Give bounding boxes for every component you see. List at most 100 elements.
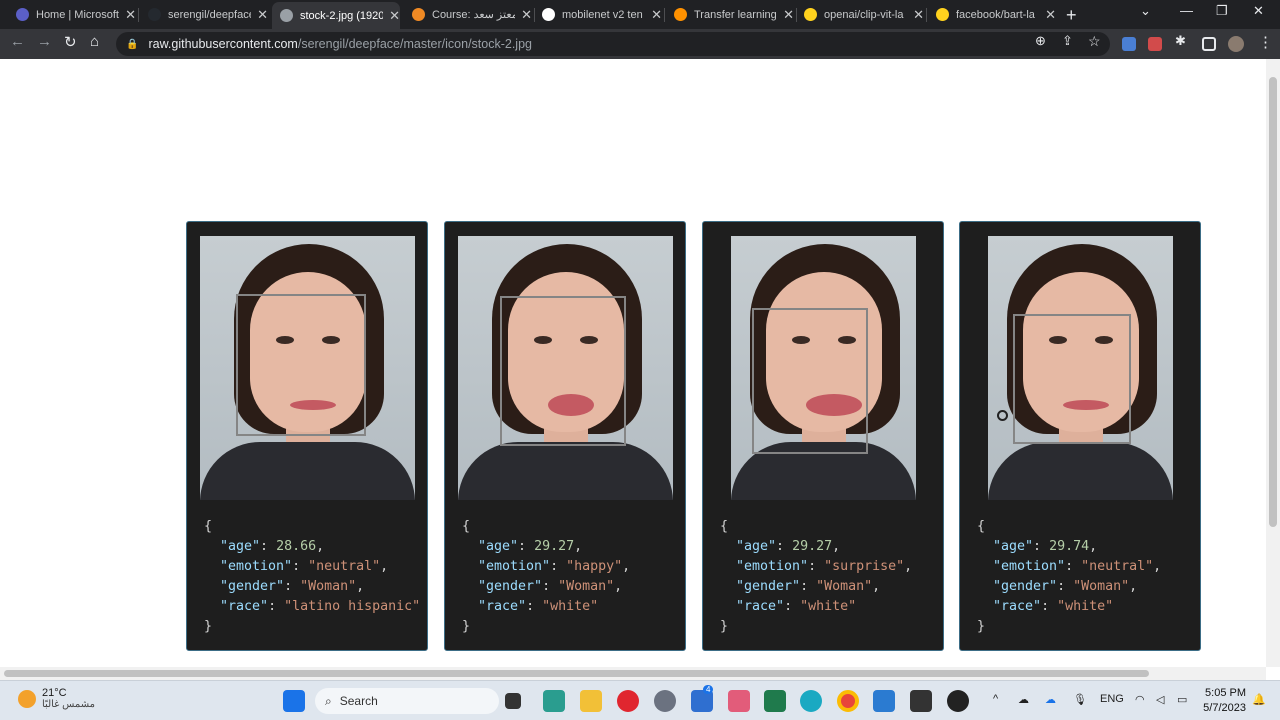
browser-tab[interactable]: serengil/deepface ✕	[140, 4, 268, 25]
zoom-cursor-icon	[997, 410, 1008, 421]
json-value-emotion: "neutral"	[1081, 559, 1154, 574]
minimize-button[interactable]: —	[1180, 3, 1193, 18]
horizontal-scroll-thumb[interactable]	[4, 670, 1149, 677]
tab-title: openai/clip-vit-la	[824, 8, 904, 21]
image-viewer: { "age": 28.66, "emotion": "neutral", "g…	[0, 59, 1266, 667]
extension-icon[interactable]	[1148, 37, 1162, 51]
terminal-icon[interactable]	[910, 690, 932, 712]
json-value-gender: "Woman"	[300, 579, 357, 594]
notification-icon[interactable]: 🔔	[1252, 693, 1266, 706]
tab-favicon-icon	[936, 8, 949, 21]
teams-icon[interactable]	[543, 690, 565, 712]
cloud-icon[interactable]: ☁	[1018, 693, 1029, 706]
browser-tab[interactable]: openai/clip-vit-la ✕	[796, 4, 924, 25]
browser-tab[interactable]: Home | Microsoft ✕	[8, 4, 136, 25]
shirt	[200, 442, 415, 500]
bookmark-star-icon[interactable]: ☆	[1088, 33, 1101, 50]
vertical-scroll-thumb[interactable]	[1269, 77, 1277, 527]
tab-title: stock-2.jpg (1920	[300, 9, 384, 22]
tab-close-icon[interactable]: ✕	[389, 8, 400, 24]
tab-close-icon[interactable]: ✕	[125, 7, 136, 23]
zoom-icon[interactable]: ⊕	[1035, 33, 1046, 49]
clock[interactable]: 5:05 PM 5/7/2023	[1198, 686, 1246, 716]
edge-icon[interactable]	[800, 690, 822, 712]
tab-close-icon[interactable]: ✕	[783, 7, 794, 23]
tab-separator	[926, 8, 927, 22]
home-button[interactable]: ⌂	[90, 33, 99, 50]
face-bounding-box	[236, 294, 366, 436]
json-key-gender: "gender"	[736, 579, 801, 594]
json-value-race: "white"	[1057, 599, 1114, 614]
snipping-tool-icon[interactable]	[728, 690, 750, 712]
face-photo	[988, 236, 1173, 500]
task-view-icon[interactable]	[505, 693, 521, 709]
weather-temp: 21°C	[42, 687, 67, 699]
volume-icon[interactable]: ◁	[1156, 693, 1164, 706]
tab-close-icon[interactable]: ✕	[913, 7, 924, 23]
face-photo	[200, 236, 415, 500]
json-key-race: "race"	[478, 599, 527, 614]
tray-chevron-icon[interactable]: ^	[993, 693, 998, 705]
tab-search-icon[interactable]: ⌄	[1140, 3, 1151, 19]
reload-button[interactable]: ↻	[64, 33, 77, 51]
share-icon[interactable]: ⇪	[1062, 33, 1073, 49]
taskbar-search[interactable]: ⌕ Search	[315, 688, 499, 714]
horizontal-scrollbar[interactable]	[0, 667, 1266, 680]
json-key-age: "age"	[478, 539, 519, 554]
obs-icon[interactable]	[947, 690, 969, 712]
face-bounding-box	[500, 296, 626, 446]
close-window-button[interactable]: ✕	[1253, 3, 1264, 19]
analysis-json: { "age": 29.27, "emotion": "happy", "gen…	[462, 519, 631, 634]
language-indicator[interactable]: ENG	[1100, 693, 1124, 705]
tab-favicon-icon	[542, 8, 555, 21]
start-button-icon[interactable]	[283, 690, 305, 712]
tab-bar: Home | Microsoft ✕ serengil/deepface ✕ stock…	[0, 0, 1280, 29]
notepad-icon[interactable]	[764, 690, 786, 712]
json-value-age: 28.66	[276, 539, 317, 554]
side-panel-icon[interactable]	[1202, 37, 1216, 51]
json-value-age: 29.27	[792, 539, 833, 554]
profile-avatar[interactable]	[1228, 36, 1244, 52]
face-bounding-box	[1013, 314, 1131, 444]
tab-close-icon[interactable]: ✕	[651, 7, 662, 23]
tab-favicon-icon	[412, 8, 425, 21]
file-explorer-icon[interactable]	[580, 690, 602, 712]
browser-tab[interactable]: Transfer learning ✕	[666, 4, 794, 25]
browser-tab[interactable]: stock-2.jpg (1920 ✕	[272, 2, 400, 29]
onedrive-icon[interactable]: ☁	[1045, 693, 1056, 706]
sun-icon	[18, 689, 36, 708]
opera-icon[interactable]	[617, 690, 639, 712]
new-tab-button[interactable]: +	[1066, 5, 1077, 26]
back-button[interactable]: ←	[10, 33, 25, 50]
extensions-puzzle-icon[interactable]: ✱	[1175, 33, 1186, 49]
json-value-gender: "Woman"	[1073, 579, 1130, 594]
json-key-race: "race"	[736, 599, 785, 614]
tab-favicon-icon	[148, 8, 161, 21]
chrome-icon[interactable]	[837, 690, 859, 712]
address-bar[interactable]: 🔒 raw.githubusercontent.com/serengil/dee…	[116, 32, 1110, 56]
microphone-icon[interactable]: 🎙	[1073, 693, 1087, 706]
analysis-json: { "age": 28.66, "emotion": "neutral", "g…	[204, 519, 421, 634]
forward-button[interactable]: →	[37, 33, 52, 50]
vertical-scrollbar[interactable]	[1266, 59, 1280, 667]
weather-widget[interactable]: 21°C مشمس غالبًا	[18, 687, 95, 710]
browser-tab[interactable]: facebook/bart-la ✕	[928, 4, 1056, 25]
browser-tab[interactable]: mobilenet v2 ten ✕	[534, 4, 662, 25]
wifi-icon[interactable]: ◠	[1135, 693, 1145, 706]
battery-icon[interactable]: ▭	[1177, 693, 1187, 706]
tab-close-icon[interactable]: ✕	[257, 7, 268, 23]
json-value-emotion: "surprise"	[824, 559, 905, 574]
tab-close-icon[interactable]: ✕	[1045, 7, 1056, 23]
json-key-race: "race"	[993, 599, 1042, 614]
json-key-gender: "gender"	[478, 579, 543, 594]
maximize-button[interactable]: ❐	[1216, 3, 1228, 19]
menu-icon[interactable]: ⋮	[1258, 33, 1273, 51]
settings-icon[interactable]	[654, 690, 676, 712]
translate-extension-icon[interactable]	[1122, 37, 1136, 51]
search-icon: ⌕	[325, 693, 332, 708]
vscode-icon[interactable]	[873, 690, 895, 712]
json-key-emotion: "emotion"	[993, 559, 1066, 574]
tab-favicon-icon	[16, 8, 29, 21]
tab-close-icon[interactable]: ✕	[521, 7, 532, 23]
browser-tab[interactable]: Course: معتز سعد ✕	[404, 4, 532, 25]
